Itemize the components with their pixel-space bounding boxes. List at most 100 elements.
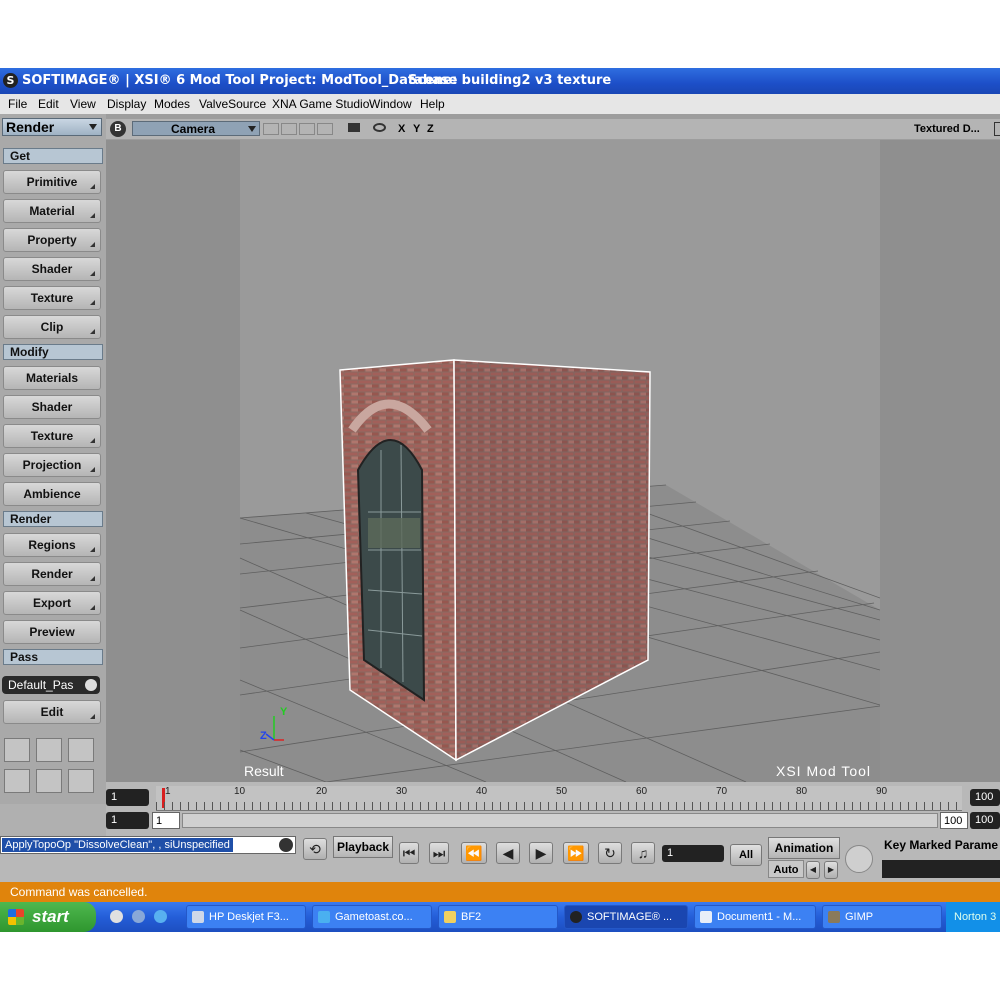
module-dropdown[interactable]: Render xyxy=(2,118,102,136)
animation-menu-button[interactable]: Animation xyxy=(768,837,840,859)
camera-dropdown[interactable]: Camera xyxy=(132,121,260,136)
menu-window[interactable]: Window xyxy=(369,97,412,111)
chevron-down-icon[interactable] xyxy=(279,838,293,852)
section-pass: Pass xyxy=(3,649,103,665)
previous-key-icon[interactable]: ⏪ xyxy=(461,842,487,864)
play-backward-icon[interactable]: ◀ xyxy=(496,842,520,864)
start-button[interactable]: start xyxy=(0,902,96,932)
display-mode-dropdown[interactable]: Textured D... xyxy=(914,123,980,135)
view-option-icon[interactable] xyxy=(281,123,297,135)
axis-x-toggle[interactable]: X xyxy=(398,123,405,135)
material-button[interactable]: Material xyxy=(3,199,101,223)
preview-button[interactable]: Preview xyxy=(3,620,101,644)
modify-shader-button[interactable]: Shader xyxy=(3,395,101,419)
menu-help[interactable]: Help xyxy=(420,97,445,111)
layout-curve-icon[interactable] xyxy=(4,769,30,793)
next-key-icon[interactable]: ⏩ xyxy=(563,842,589,864)
key-icon[interactable] xyxy=(845,845,873,873)
property-button[interactable]: Property xyxy=(3,228,101,252)
eye-icon[interactable] xyxy=(373,123,386,132)
play-forward-icon[interactable]: ▶ xyxy=(529,842,553,864)
previous-key-small-icon[interactable]: ◀ xyxy=(806,861,820,879)
last-frame-icon[interactable]: ⏭ xyxy=(429,842,449,864)
layout-columns-icon[interactable] xyxy=(36,769,62,793)
menu-xna-game-studio[interactable]: XNA Game Studio xyxy=(272,97,369,111)
task-hp-deskjet[interactable]: HP Deskjet F3... xyxy=(186,905,306,929)
submenu-arrow-icon xyxy=(90,271,95,276)
menu-view[interactable]: View xyxy=(70,97,96,111)
regions-button[interactable]: Regions xyxy=(3,533,101,557)
gizmo-y-label: Y xyxy=(280,706,288,718)
key-parameters-field[interactable] xyxy=(882,860,1000,878)
show-desktop-icon[interactable] xyxy=(132,910,145,923)
first-frame-icon[interactable]: ⏮ xyxy=(399,842,419,864)
clip-button[interactable]: Clip xyxy=(3,315,101,339)
get-texture-button[interactable]: Texture xyxy=(3,286,101,310)
layout-split-icon[interactable] xyxy=(36,738,62,762)
view-option-icon[interactable] xyxy=(299,123,315,135)
view-option-icon[interactable] xyxy=(317,123,333,135)
layout-quad-icon[interactable] xyxy=(4,738,30,762)
auto-key-button[interactable]: Auto xyxy=(768,860,804,878)
viewport-badge[interactable]: B xyxy=(110,121,126,137)
task-document1[interactable]: Document1 - M... xyxy=(694,905,816,929)
norton-tray-label[interactable]: Norton 3 xyxy=(954,911,996,923)
internet-explorer-icon[interactable] xyxy=(154,910,167,923)
task-gimp[interactable]: GIMP xyxy=(822,905,942,929)
range-end-field[interactable]: 100 xyxy=(970,812,1000,829)
all-button[interactable]: All xyxy=(730,844,762,866)
menu-modes[interactable]: Modes xyxy=(154,97,190,111)
pass-edit-button[interactable]: Edit xyxy=(3,700,101,724)
menu-valvesource[interactable]: ValveSource xyxy=(199,97,266,111)
pass-dropdown[interactable]: Default_Pas xyxy=(2,676,100,694)
gizmo-z-label: Z xyxy=(260,730,267,742)
get-shader-button[interactable]: Shader xyxy=(3,257,101,281)
primitive-button[interactable]: Primitive xyxy=(3,170,101,194)
command-line[interactable]: ApplyTopoOp "DissolveClean", , siUnspeci… xyxy=(0,836,296,854)
start-label: start xyxy=(32,907,69,926)
projection-button[interactable]: Projection xyxy=(3,453,101,477)
range-start-field[interactable]: 1 xyxy=(106,812,149,829)
softimage-logo-icon: S xyxy=(3,73,18,88)
3d-viewport[interactable]: Y Z xyxy=(106,140,880,782)
range-slider-end[interactable]: 100 xyxy=(940,812,968,829)
audio-headphones-icon[interactable]: ♫ xyxy=(631,842,655,864)
layout-rows-icon[interactable] xyxy=(68,769,94,793)
view-option-icon[interactable] xyxy=(263,123,279,135)
timeline-ruler[interactable]: 1 10 20 30 40 50 60 70 80 90 xyxy=(156,786,962,811)
tick-label: 1 xyxy=(165,786,171,797)
gimp-icon xyxy=(828,911,840,923)
task-softimage[interactable]: SOFTIMAGE® ... xyxy=(564,905,688,929)
export-button[interactable]: Export xyxy=(3,591,101,615)
word-document-icon xyxy=(700,911,712,923)
script-editor-icon[interactable]: ⟲ xyxy=(303,838,327,860)
next-key-small-icon[interactable]: ▶ xyxy=(824,861,838,879)
camera-icon[interactable] xyxy=(348,123,360,132)
start-frame-field[interactable]: 1 xyxy=(106,789,149,806)
axis-y-toggle[interactable]: Y xyxy=(413,123,420,135)
scene-name: Scene: building2 v3 texture xyxy=(408,73,612,88)
button-label: Regions xyxy=(28,538,76,552)
task-bf2-folder[interactable]: BF2 xyxy=(438,905,558,929)
range-slider-start[interactable]: 1 xyxy=(152,812,180,829)
tick-label: 40 xyxy=(476,786,488,797)
ambience-button[interactable]: Ambience xyxy=(3,482,101,506)
layout-grid-icon[interactable] xyxy=(68,738,94,762)
range-slider-track[interactable] xyxy=(182,813,938,828)
menu-file[interactable]: File xyxy=(8,97,27,111)
task-gametoast[interactable]: Gametoast.co... xyxy=(312,905,432,929)
axis-z-toggle[interactable]: Z xyxy=(427,123,434,135)
render-button[interactable]: Render xyxy=(3,562,101,586)
maximize-viewport-icon[interactable] xyxy=(994,122,1000,136)
modify-texture-button[interactable]: Texture xyxy=(3,424,101,448)
status-message: Command was cancelled. xyxy=(10,885,148,899)
media-player-icon[interactable] xyxy=(110,910,123,923)
loop-icon[interactable]: ↻ xyxy=(598,842,622,864)
menu-edit[interactable]: Edit xyxy=(38,97,59,111)
internet-explorer-icon xyxy=(318,911,330,923)
materials-button[interactable]: Materials xyxy=(3,366,101,390)
end-frame-field[interactable]: 100 xyxy=(970,789,1000,806)
menu-display[interactable]: Display xyxy=(107,97,146,111)
playback-menu-button[interactable]: Playback xyxy=(333,836,393,858)
current-frame-field[interactable]: 1 xyxy=(662,845,724,862)
